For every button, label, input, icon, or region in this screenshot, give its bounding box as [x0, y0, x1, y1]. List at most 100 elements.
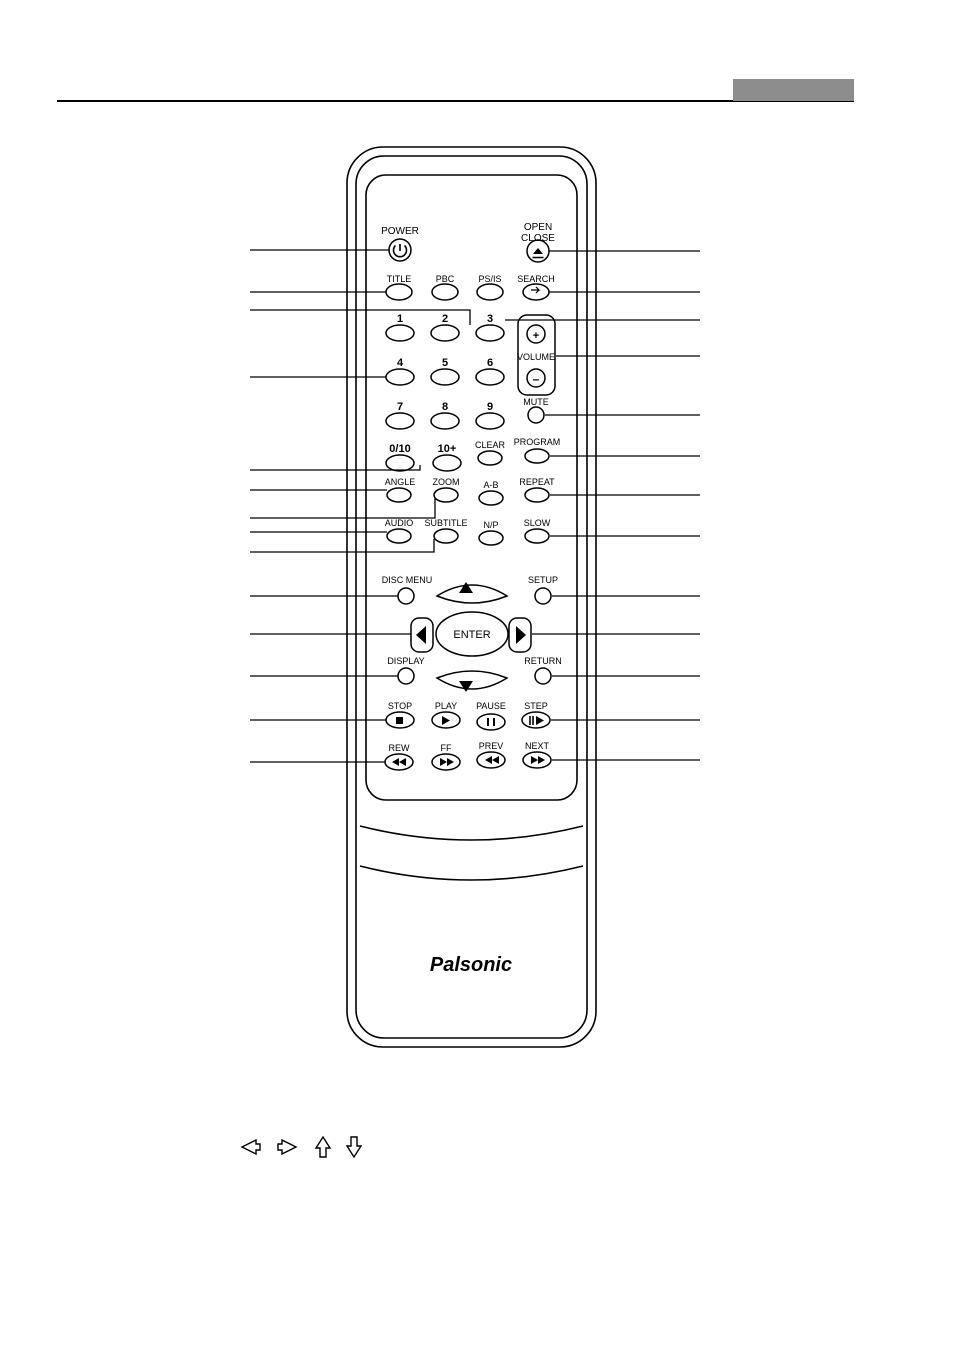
key-program[interactable]: [524, 448, 550, 464]
label-disc-menu: DISC MENU: [382, 575, 433, 585]
key-repeat[interactable]: [524, 487, 550, 503]
key-title[interactable]: [385, 283, 413, 301]
label-display: DISPLAY: [387, 656, 424, 666]
key-np[interactable]: [478, 530, 504, 546]
header-grey-block: [733, 79, 854, 101]
label-setup: SETUP: [528, 575, 558, 585]
key-num-0-10[interactable]: [385, 454, 415, 472]
label-program: PROGRAM: [514, 437, 561, 447]
key-num-7[interactable]: [385, 412, 415, 430]
nav-up-arrow-icon: [459, 582, 473, 593]
label-title: TITLE: [387, 274, 412, 284]
key-pause[interactable]: [476, 713, 506, 731]
label-angle: ANGLE: [385, 477, 416, 487]
key-search[interactable]: [522, 283, 550, 301]
key-num-10plus[interactable]: [432, 454, 462, 472]
label-rew: REW: [389, 743, 411, 753]
key-angle[interactable]: [386, 487, 412, 503]
label-return: RETURN: [524, 656, 562, 666]
label-num9: 9: [487, 401, 493, 413]
label-stop: STOP: [388, 701, 412, 711]
key-audio[interactable]: [386, 528, 412, 544]
ff-icon: [440, 758, 454, 766]
label-num1: 1: [397, 313, 403, 325]
label-audio: AUDIO: [385, 518, 414, 528]
label-num2: 2: [442, 313, 448, 325]
label-prev: PREV: [479, 741, 504, 751]
label-subtitle: SUBTITLE: [424, 518, 467, 528]
key-disc-menu[interactable]: [397, 587, 415, 605]
label-enter: ENTER: [453, 629, 490, 641]
label-zoom: ZOOM: [433, 477, 460, 487]
key-slow[interactable]: [524, 528, 550, 544]
label-pause: PAUSE: [476, 701, 506, 711]
key-mute[interactable]: [527, 406, 545, 424]
key-num-9[interactable]: [475, 412, 505, 430]
label-num6: 6: [487, 357, 493, 369]
label-num10plus: 10+: [438, 443, 457, 455]
label-volume-minus: –: [533, 372, 540, 386]
label-step: STEP: [524, 701, 548, 711]
label-next: NEXT: [525, 741, 550, 751]
legend-up-arrow-icon: [314, 1135, 332, 1158]
next-icon: [531, 756, 545, 764]
key-num-3[interactable]: [475, 324, 505, 342]
key-clear[interactable]: [477, 450, 503, 466]
label-volume-plus: +: [533, 330, 539, 342]
step-icon: [536, 716, 544, 725]
label-num8: 8: [442, 401, 448, 413]
label-volume: VOLUME: [517, 352, 555, 362]
key-num-5[interactable]: [430, 368, 460, 386]
key-nav-down[interactable]: [435, 670, 509, 690]
legend-left-arrow-icon: [240, 1138, 261, 1156]
prev-icon: [485, 756, 499, 764]
key-num-6[interactable]: [475, 368, 505, 386]
key-pbc[interactable]: [431, 283, 459, 301]
label-ab: A-B: [483, 480, 498, 490]
brand-logo: Palsonic: [430, 954, 512, 976]
key-num-2[interactable]: [430, 324, 460, 342]
key-setup[interactable]: [534, 587, 552, 605]
key-num-8[interactable]: [430, 412, 460, 430]
label-pbc: PBC: [436, 274, 455, 284]
label-num5: 5: [442, 357, 448, 369]
label-repeat: REPEAT: [519, 477, 555, 487]
key-subtitle[interactable]: [433, 528, 459, 544]
label-play: PLAY: [435, 701, 457, 711]
key-num-1[interactable]: [385, 324, 415, 342]
legend-down-arrow-icon: [345, 1136, 363, 1159]
key-num-4[interactable]: [385, 368, 415, 386]
key-psis[interactable]: [476, 283, 504, 301]
label-num4: 4: [397, 357, 404, 369]
arrow-legend: [230, 1128, 430, 1168]
key-display[interactable]: [397, 667, 415, 685]
pause-icon: [487, 718, 495, 726]
label-slow: SLOW: [524, 518, 551, 528]
label-power: POWER: [381, 226, 419, 237]
label-open: OPEN: [524, 222, 552, 233]
label-ff: FF: [441, 743, 452, 753]
label-clear: CLEAR: [475, 440, 506, 450]
label-num010: 0/10: [389, 443, 410, 455]
label-psis: PS/IS: [478, 274, 501, 284]
callout-lines: [250, 249, 700, 763]
label-mute: MUTE: [523, 397, 549, 407]
label-num7: 7: [397, 401, 403, 413]
label-num3: 3: [487, 313, 493, 325]
label-close: CLOSE: [521, 233, 555, 244]
nav-right-arrow-icon: [516, 626, 526, 644]
label-np: N/P: [483, 520, 498, 530]
key-return[interactable]: [534, 667, 552, 685]
key-ab[interactable]: [478, 490, 504, 506]
page: POWER OPEN CLOSE TITLE PBC PS/IS SEARCH …: [0, 0, 954, 1349]
rew-icon: [392, 758, 406, 766]
legend-right-arrow-icon: [277, 1138, 298, 1156]
key-zoom[interactable]: [433, 487, 459, 503]
nav-down-arrow-icon: [459, 681, 473, 692]
nav-left-arrow-icon: [416, 626, 426, 644]
remote-control-diagram: POWER OPEN CLOSE TITLE PBC PS/IS SEARCH …: [0, 120, 954, 1080]
stop-icon: [396, 717, 403, 724]
label-search: SEARCH: [517, 274, 555, 284]
key-nav-up[interactable]: [435, 584, 509, 604]
play-icon: [442, 716, 450, 725]
